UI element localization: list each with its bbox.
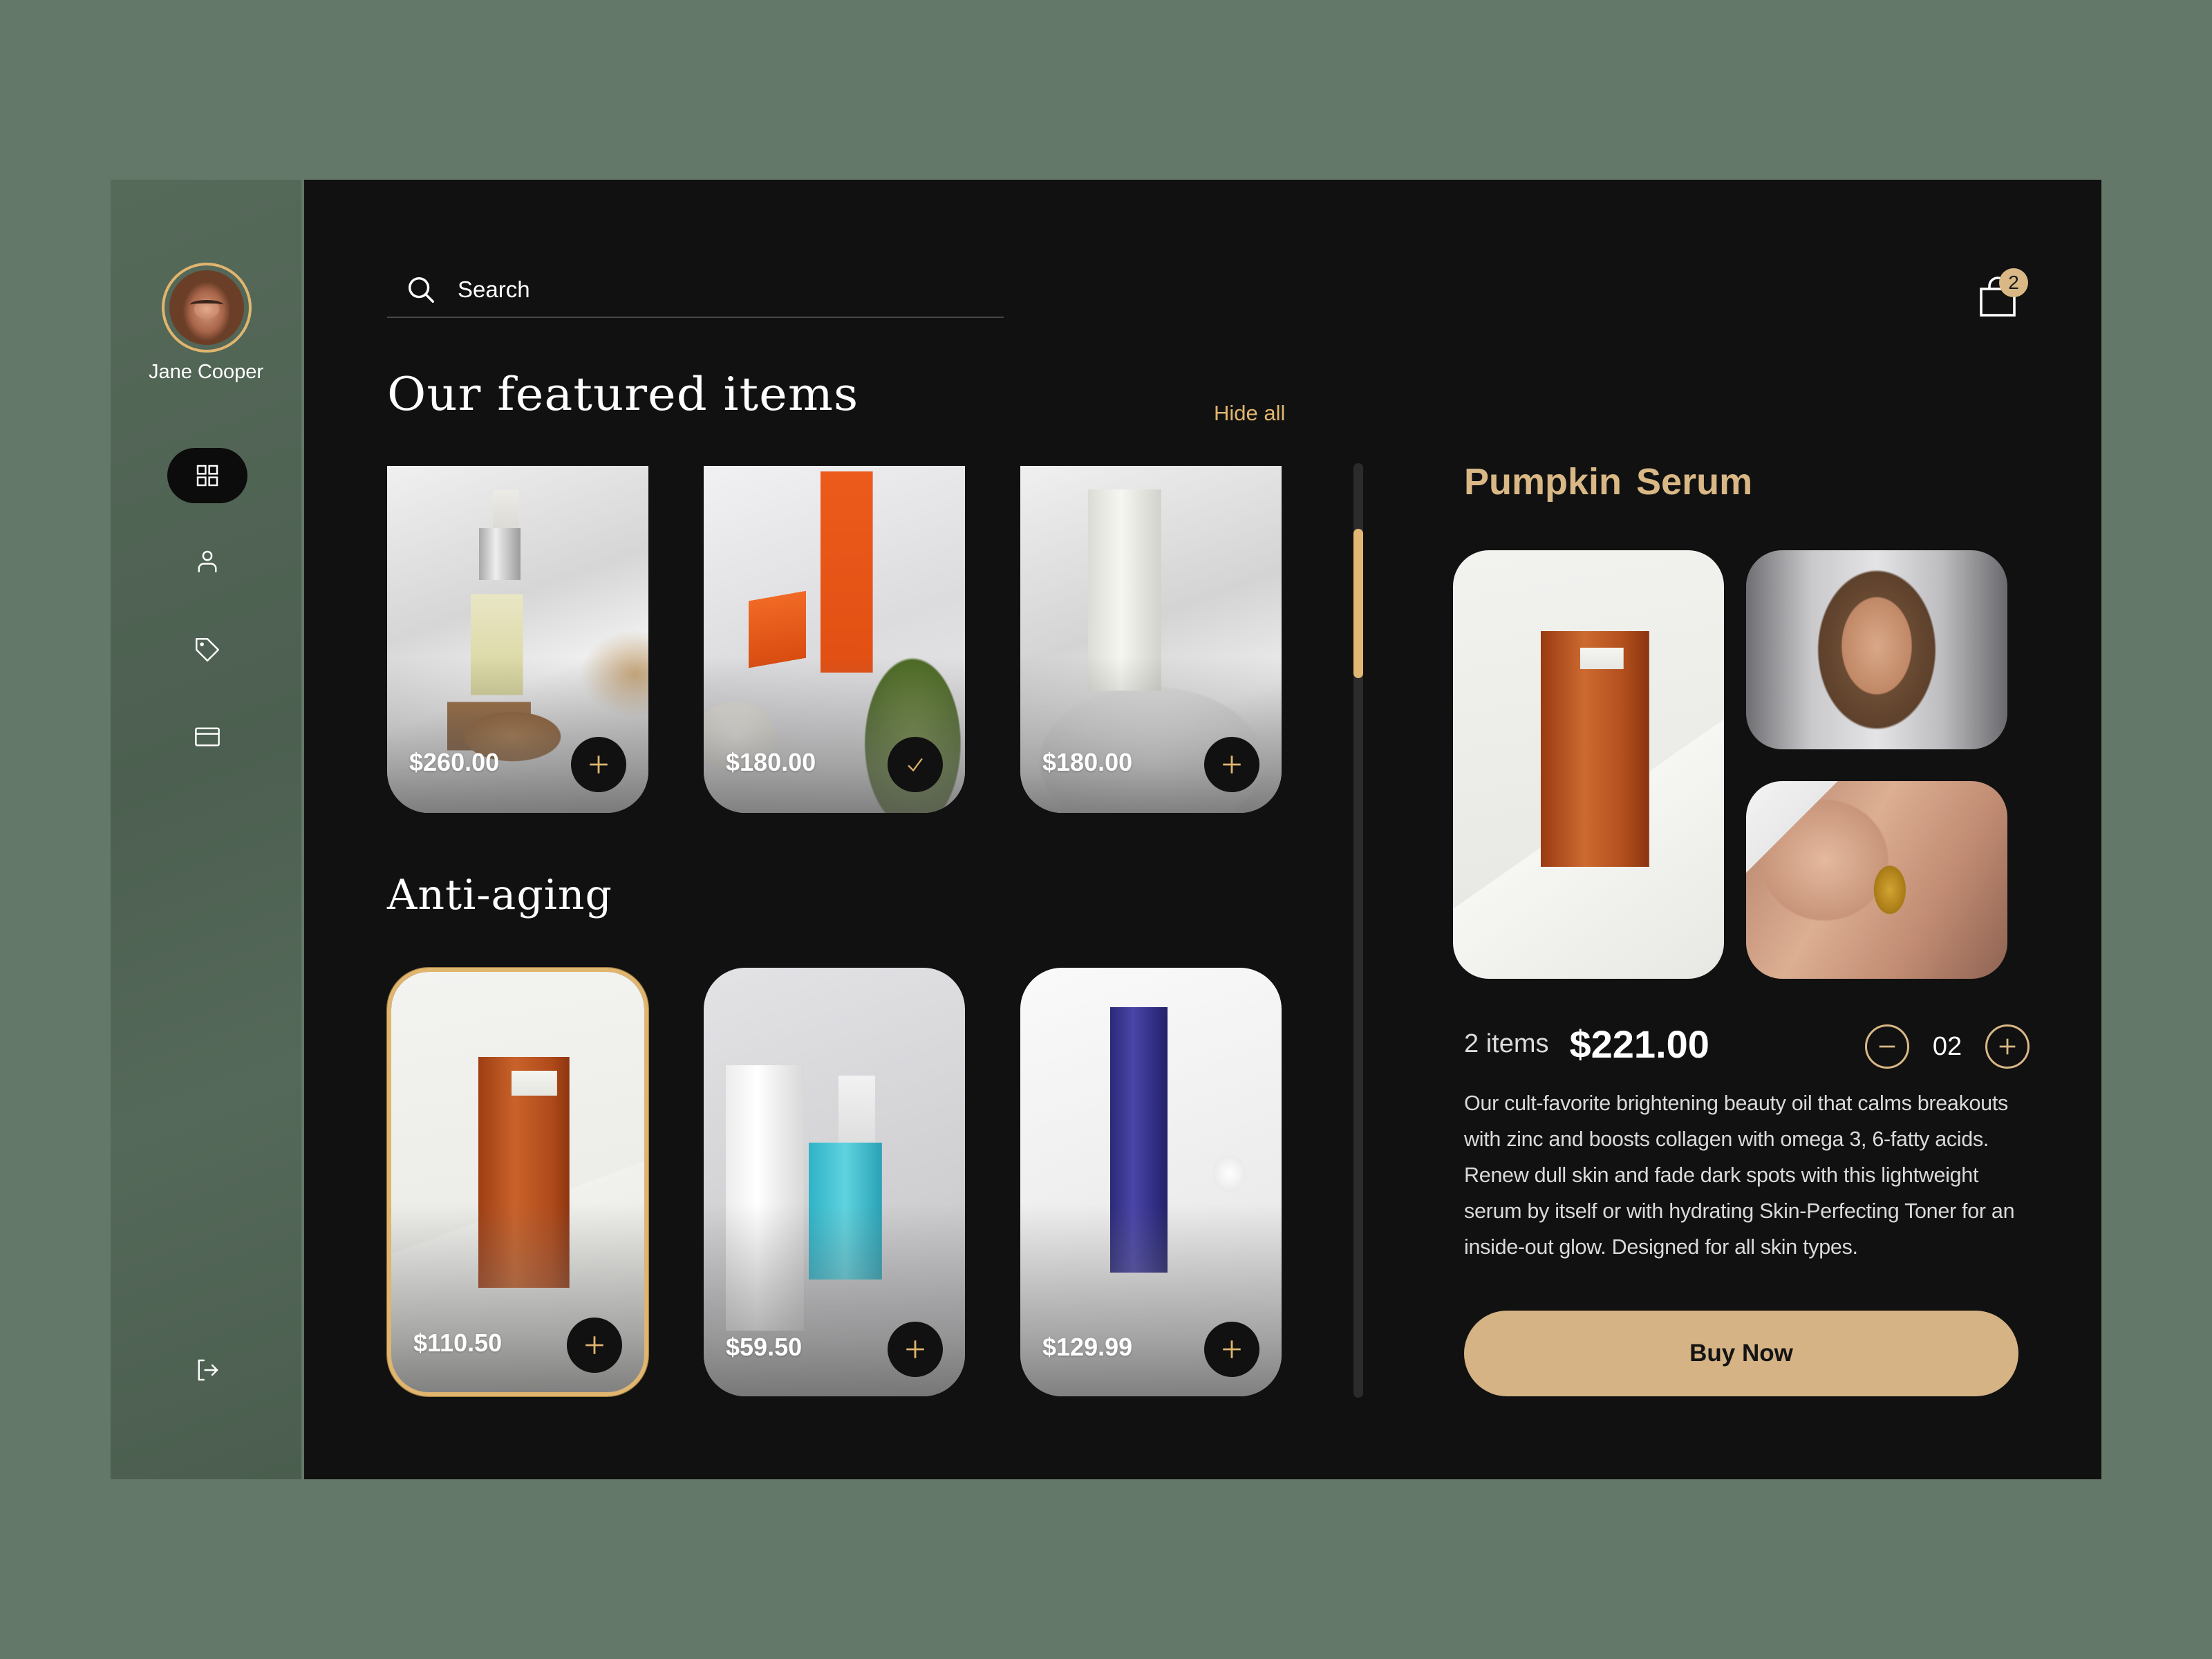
product-detail-main-image[interactable] — [1453, 550, 1724, 979]
plus-icon — [906, 1340, 924, 1358]
minus-icon — [1879, 1045, 1895, 1048]
items-count: 2 items — [1464, 1029, 1549, 1058]
sidebar-item-deals[interactable] — [167, 622, 247, 677]
plus-icon — [1999, 1038, 2016, 1055]
add-to-cart-button[interactable] — [1204, 737, 1259, 792]
featured-section-title: Our featured items — [387, 368, 859, 421]
cart-count-badge: 2 — [1999, 268, 2028, 297]
sidebar-item-payments[interactable] — [167, 709, 247, 765]
search-input[interactable] — [458, 276, 941, 303]
hide-all-link[interactable]: Hide all — [1214, 401, 1285, 426]
product-price: $180.00 — [726, 748, 816, 776]
check-icon — [908, 758, 923, 772]
product-price: $110.50 — [413, 1329, 503, 1357]
product-price: $59.50 — [726, 1333, 803, 1361]
buy-now-button[interactable]: Buy Now — [1464, 1311, 2018, 1396]
sidebar-item-dashboard[interactable] — [167, 448, 247, 503]
product-card[interactable]: $59.50 — [704, 968, 965, 1396]
product-card[interactable]: $180.00 — [704, 466, 965, 813]
product-card-selected[interactable]: $110.50 — [387, 968, 648, 1396]
logout-icon — [198, 1359, 218, 1381]
main-content: 2 Our featured items Hide all $260.00 $1… — [304, 180, 2101, 1479]
avatar-photo — [169, 270, 244, 345]
product-card[interactable]: $180.00 — [1020, 466, 1282, 813]
tag-icon — [196, 638, 219, 662]
quantity-stepper: 02 — [1865, 1024, 2030, 1069]
plus-icon — [585, 1336, 603, 1354]
credit-card-icon — [195, 727, 220, 747]
decrease-quantity-button[interactable] — [1865, 1024, 1909, 1069]
quantity-value: 02 — [1932, 1031, 1962, 1061]
total-price: $221.00 — [1569, 1022, 1709, 1066]
logout-button[interactable] — [167, 1342, 247, 1398]
user-icon — [198, 550, 217, 572]
product-detail-application-image[interactable] — [1746, 781, 2007, 979]
anti-aging-section-title: Anti-aging — [387, 871, 612, 919]
product-description: Our cult-favorite brightening beauty oil… — [1464, 1091, 2015, 1259]
add-to-cart-button[interactable] — [567, 1318, 622, 1373]
grid-icon — [196, 465, 218, 487]
cart-button[interactable]: 2 — [1971, 261, 2034, 324]
sidebar-item-profile[interactable] — [167, 534, 247, 589]
app-window: Jane Cooper Search 2 Our featured items … — [111, 180, 2101, 1479]
added-to-cart-button[interactable] — [888, 737, 943, 792]
user-name: Jane Cooper — [148, 361, 264, 383]
add-to-cart-button[interactable] — [1204, 1322, 1259, 1377]
plus-icon — [1223, 1340, 1241, 1358]
product-card[interactable]: $129.99 — [1020, 968, 1282, 1396]
product-price: $129.99 — [1042, 1333, 1133, 1361]
product-card[interactable]: $260.00 — [387, 466, 648, 813]
add-to-cart-button[interactable] — [571, 737, 626, 792]
search-icon — [408, 276, 434, 303]
scrollbar[interactable] — [1353, 463, 1363, 1398]
product-detail-title: Pumpkin Serum — [1464, 461, 1753, 503]
product-price: $180.00 — [1042, 748, 1133, 776]
product-detail-model-image[interactable] — [1746, 550, 2007, 749]
scrollbar-thumb[interactable] — [1353, 529, 1363, 678]
sidebar: Jane Cooper — [111, 180, 304, 1479]
increase-quantity-button[interactable] — [1985, 1024, 2030, 1069]
plus-icon — [1223, 756, 1241, 774]
search-bar[interactable] — [387, 263, 1004, 318]
add-to-cart-button[interactable] — [888, 1322, 943, 1377]
product-price: $260.00 — [409, 748, 500, 776]
plus-icon — [590, 756, 608, 774]
avatar[interactable] — [162, 263, 252, 353]
